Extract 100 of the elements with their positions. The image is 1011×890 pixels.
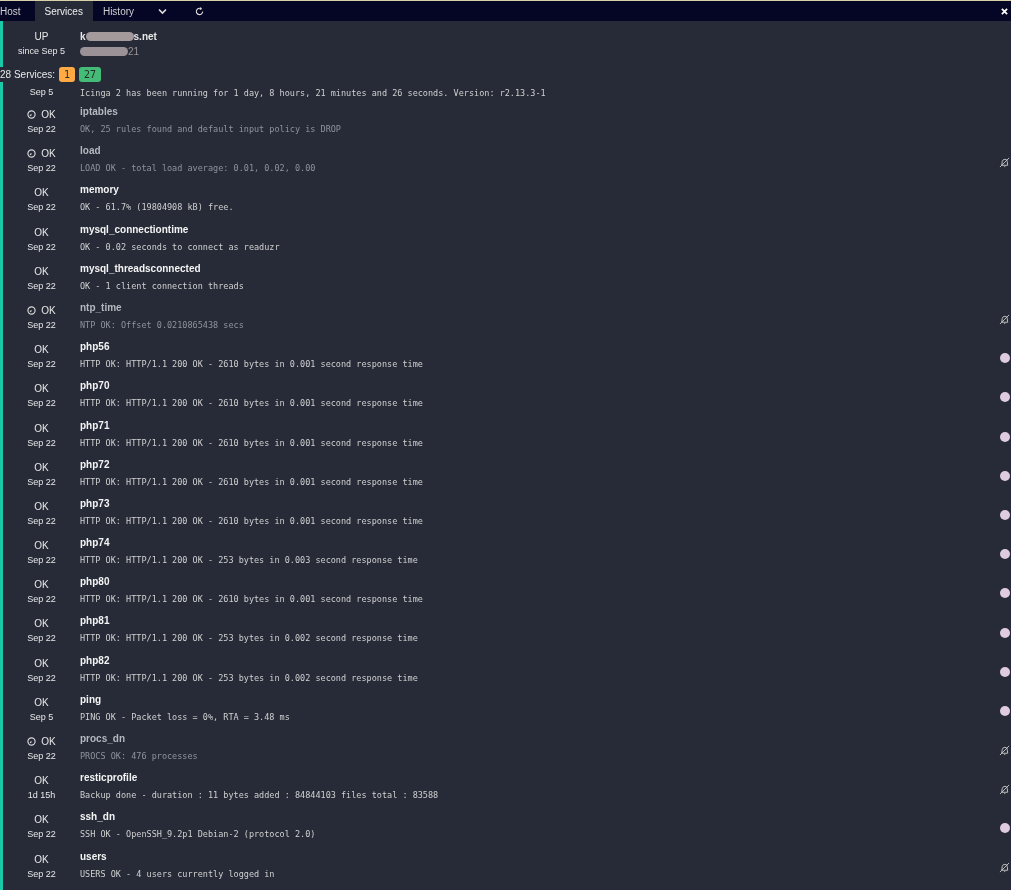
clock-icon <box>27 305 37 315</box>
service-name: mysql_connectiontime <box>80 222 190 237</box>
bell-off-icon <box>999 313 1010 325</box>
service-name: ping <box>80 692 103 707</box>
service-name: php70 <box>80 379 111 394</box>
service-state: OK <box>41 147 56 162</box>
plugin-output: HTTP OK: HTTP/1.1 200 OK - 2610 bytes in 0.001 second response time <box>80 436 424 450</box>
service-name: php72 <box>80 457 111 472</box>
plugin-output: USERS OK - 4 users currently logged in <box>80 867 276 881</box>
service-name: mysql_threadsconnected <box>80 261 202 276</box>
check-time: Sep 22 <box>27 201 56 215</box>
check-time: Sep 22 <box>27 514 56 528</box>
plugin-output: HTTP OK: HTTP/1.1 200 OK - 2610 bytes in 0.001 second response time <box>80 397 424 411</box>
plugin-output: PING OK - Packet loss = 0%, RTA = 3.48 ms <box>80 710 291 724</box>
service-state: OK <box>41 108 56 122</box>
service-state: OK <box>41 303 56 318</box>
clock-icon <box>27 110 37 119</box>
service-state: OK <box>34 343 49 358</box>
service-state: OK <box>34 852 49 867</box>
bell-off-icon <box>999 862 1010 874</box>
plugin-output: HTTP OK: HTTP/1.1 200 OK - 2610 bytes in 0.001 second response time <box>80 475 424 489</box>
service-name: load <box>80 144 102 159</box>
check-time: Sep 22 <box>27 554 56 568</box>
plugin-output: HTTP OK: HTTP/1.1 200 OK - 2610 bytes in 0.001 second response time <box>80 593 424 607</box>
service-state: OK <box>34 695 49 710</box>
check-time: Sep 22 <box>27 750 56 763</box>
bell-off-icon <box>999 156 1010 168</box>
plugin-output: HTTP OK: HTTP/1.1 200 OK - 253 bytes in 0.002 second response time <box>80 671 419 685</box>
service-name: ntp_time <box>80 300 123 315</box>
service-state: OK <box>34 225 49 240</box>
check-time: Sep 22 <box>27 240 56 254</box>
plugin-output: PROCS OK: 476 processes <box>80 750 199 763</box>
plugin-output: HTTP OK: HTTP/1.1 200 OK - 2610 bytes in 0.001 second response time <box>80 358 424 372</box>
clock-icon <box>27 737 37 746</box>
check-time: Sep 22 <box>27 436 56 450</box>
plugin-output: HTTP OK: HTTP/1.1 200 OK - 2610 bytes in 0.001 second response time <box>80 514 424 528</box>
check-time: Sep 22 <box>27 632 56 646</box>
redaction-blur <box>80 47 128 56</box>
service-state: OK <box>34 617 49 632</box>
services-count: 28 Services: <box>0 66 56 82</box>
check-time: Sep 22 <box>27 162 56 176</box>
tab[interactable]: Host <box>0 1 35 21</box>
service-name: php71 <box>80 418 111 433</box>
service-name: resticprofile <box>80 771 139 786</box>
service-name: procs_dn <box>80 732 126 746</box>
service-name: ssh_dn <box>80 810 116 825</box>
service-state: OK <box>41 735 56 749</box>
tab[interactable]: Services <box>34 1 93 21</box>
service-state: OK <box>34 813 49 828</box>
service-state: OK <box>34 421 49 436</box>
service-name: php80 <box>80 575 111 590</box>
plugin-output: Icinga 2 has been running for 1 day, 8 hours, 21 minutes and 26 seconds. Version: r2.13.3-1 <box>80 86 546 100</box>
state-badge: 27 <box>79 66 102 82</box>
check-time: Sep 22 <box>27 279 56 293</box>
service-state: OK <box>34 499 49 514</box>
service-state: OK <box>34 460 49 475</box>
service-state: OK <box>34 656 49 671</box>
bell-off-icon <box>999 783 1010 795</box>
check-time: Sep 22 <box>27 123 56 136</box>
service-name: users <box>80 849 108 864</box>
service-state: OK <box>34 186 49 201</box>
plugin-output: HTTP OK: HTTP/1.1 200 OK - 253 bytes in 0.003 second response time <box>80 554 419 568</box>
check-time: Sep 22 <box>27 671 56 685</box>
service-name: php81 <box>80 614 111 629</box>
check-time: Sep 22 <box>27 828 56 842</box>
tab[interactable]: History <box>92 1 145 21</box>
plugin-output: NTP OK: Offset 0.0210865438 secs <box>80 318 245 332</box>
check-time: 1d 15h <box>27 789 56 803</box>
service-name: memory <box>80 183 120 198</box>
service-name: php73 <box>80 496 111 511</box>
check-time: Sep 5 <box>28 86 55 100</box>
plugin-output: OK - 61.7% (19804908 kB) free. <box>80 201 235 215</box>
host-name: s.net <box>133 30 157 44</box>
plugin-output: LOAD OK - total load average: 0.01, 0.02, 0.00 <box>80 162 317 176</box>
service-state: OK <box>34 774 49 789</box>
check-time: Sep 22 <box>27 867 56 881</box>
service-name: iptables <box>80 105 119 119</box>
check-time: Sep 22 <box>27 475 56 489</box>
check-time: Sep 22 <box>27 593 56 607</box>
redaction-blur <box>85 32 134 41</box>
plugin-output: HTTP OK: HTTP/1.1 200 OK - 253 bytes in 0.002 second response time <box>80 632 419 646</box>
check-time: Sep 5 <box>29 710 54 724</box>
host-state: UP <box>34 30 49 44</box>
clock-icon <box>27 149 37 159</box>
plugin-output: OK - 0.02 seconds to connect as readuzr <box>80 240 281 254</box>
check-time: Sep 22 <box>27 358 56 372</box>
service-name: php82 <box>80 653 111 668</box>
plugin-output: OK, 25 rules found and default input policy is DROP <box>80 123 342 136</box>
host-since: since Sep 5 <box>18 45 65 58</box>
check-time: Sep 22 <box>27 397 56 411</box>
service-state: OK <box>34 382 49 397</box>
plugin-output: OK - 1 client connection threads <box>80 279 245 293</box>
plugin-output: SSH OK - OpenSSH_9.2p1 Debian-2 (protocol 2.0) <box>80 828 317 842</box>
service-name: php56 <box>80 340 111 355</box>
service-state: OK <box>34 264 49 279</box>
service-state: OK <box>34 578 49 593</box>
host-address: 21 <box>128 45 140 59</box>
check-time: Sep 22 <box>27 318 56 332</box>
service-state: OK <box>34 539 49 554</box>
state-badge: 1 <box>59 66 76 82</box>
